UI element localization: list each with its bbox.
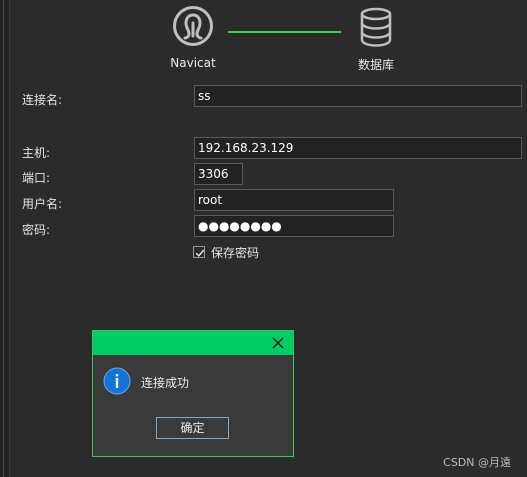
dialog-message: 连接成功	[141, 376, 190, 390]
database-icon	[360, 7, 392, 47]
host-input[interactable]: 192.168.23.129	[194, 137, 522, 159]
checkmark-icon	[195, 249, 205, 257]
wizard-header: Navicat 数据库	[0, 0, 527, 80]
connection-name-label: 连接名:	[22, 93, 63, 107]
info-icon	[103, 367, 131, 395]
save-password-label: 保存密码	[211, 245, 260, 260]
port-input[interactable]: 3306	[194, 163, 243, 185]
close-icon[interactable]	[271, 336, 285, 350]
password-label: 密码:	[22, 223, 51, 237]
watermark: CSDN @月遠	[443, 456, 511, 469]
port-label: 端口:	[22, 171, 51, 185]
password-input[interactable]: ●●●●●●●●	[194, 215, 394, 237]
save-password-checkbox[interactable]	[193, 246, 205, 258]
username-label: 用户名:	[22, 197, 63, 211]
navicat-logo-icon	[173, 6, 213, 46]
ok-button[interactable]: 确定	[156, 417, 229, 439]
navicat-label: Navicat	[170, 56, 216, 70]
database-label: 数据库	[357, 58, 394, 72]
username-input[interactable]: root	[194, 189, 394, 211]
host-label: 主机:	[22, 146, 51, 160]
connection-name-input[interactable]: ss	[194, 85, 522, 107]
save-password-option[interactable]: 保存密码	[193, 244, 259, 260]
progress-connector-line	[228, 31, 341, 33]
dialog-title-bar	[93, 331, 293, 355]
connection-result-dialog: 连接成功 确定	[92, 330, 294, 457]
